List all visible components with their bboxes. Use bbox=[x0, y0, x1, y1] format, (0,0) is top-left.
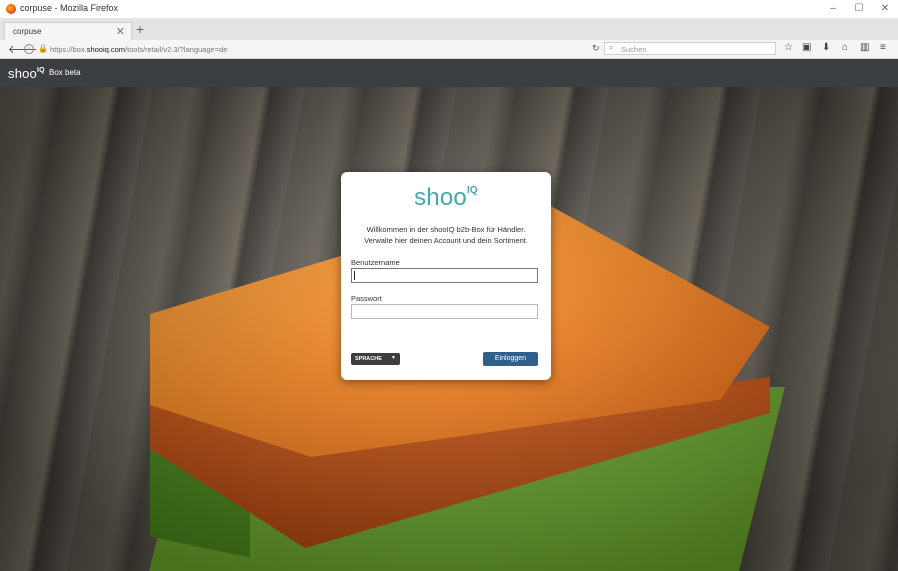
username-field[interactable] bbox=[351, 268, 538, 283]
home-icon[interactable]: ⌂ bbox=[842, 42, 848, 53]
login-button[interactable]: Einloggen bbox=[483, 352, 538, 366]
menu-icon[interactable]: ≡ bbox=[880, 42, 886, 53]
sidebar-icon[interactable]: ▥ bbox=[860, 42, 869, 53]
chevron-down-icon: ▼ bbox=[391, 355, 396, 361]
welcome-text: Willkommen in der shooIQ b2b-Box für Hän… bbox=[351, 224, 541, 246]
window-titlebar: corpuse - Mozilla Firefox – ☐ ✕ bbox=[0, 0, 898, 19]
window-title: corpuse - Mozilla Firefox bbox=[20, 3, 119, 13]
language-dropdown[interactable]: SPRACHE ▼ bbox=[351, 353, 400, 365]
text-caret bbox=[354, 271, 355, 280]
app-logo[interactable]: shooIQ bbox=[8, 66, 45, 81]
library-icon[interactable]: ▣ bbox=[802, 42, 811, 53]
download-icon[interactable]: ⬇ bbox=[822, 42, 830, 53]
password-label: Passwort bbox=[351, 294, 382, 303]
login-logo-text: shoo bbox=[414, 184, 467, 211]
app-logo-sup: IQ bbox=[37, 67, 45, 74]
close-window-button[interactable]: ✕ bbox=[878, 2, 892, 16]
new-tab-button[interactable]: + bbox=[136, 21, 144, 37]
info-icon[interactable]: i bbox=[24, 44, 34, 54]
app-logo-text: shoo bbox=[8, 66, 37, 81]
url-path: /tools/retail/v2.3/?language=de bbox=[125, 45, 228, 54]
tab-corpuse[interactable]: corpuse ✕ bbox=[4, 22, 132, 40]
app-subtitle: Box beta bbox=[49, 68, 81, 77]
login-logo: shooIQ bbox=[341, 184, 551, 212]
login-logo-sup: IQ bbox=[466, 185, 478, 196]
tab-close-icon[interactable]: ✕ bbox=[116, 25, 125, 38]
language-label: SPRACHE bbox=[355, 356, 382, 362]
password-field[interactable] bbox=[351, 304, 538, 319]
search-placeholder: Suchen bbox=[621, 45, 647, 54]
maximize-button[interactable]: ☐ bbox=[852, 2, 866, 16]
bookmark-star-icon[interactable]: ☆ bbox=[784, 42, 793, 53]
minimize-button[interactable]: – bbox=[826, 2, 840, 16]
welcome-line-1: Willkommen in der shooIQ b2b-Box für Hän… bbox=[366, 225, 526, 234]
lock-icon[interactable]: 🔒 bbox=[38, 44, 48, 53]
app-header: shooIQ Box beta bbox=[0, 59, 898, 87]
reload-icon[interactable]: ↻ bbox=[592, 43, 600, 54]
tab-strip: corpuse ✕ + bbox=[0, 19, 898, 40]
search-icon: ⌕ bbox=[609, 43, 614, 52]
url-bar[interactable]: https://box.shooiq.com/tools/retail/v2.3… bbox=[50, 45, 227, 54]
search-input[interactable]: ⌕ Suchen bbox=[604, 42, 776, 55]
tab-label: corpuse bbox=[13, 27, 42, 36]
url-domain: shooiq.com bbox=[86, 45, 126, 54]
login-card: shooIQ Willkommen in der shooIQ b2b-Box … bbox=[341, 172, 551, 380]
firefox-icon bbox=[6, 4, 16, 14]
url-prefix: https://box. bbox=[50, 45, 87, 54]
navigation-bar: 🡐 i 🔒 https://box.shooiq.com/tools/retai… bbox=[0, 40, 898, 59]
username-label: Benutzername bbox=[351, 258, 400, 267]
welcome-line-2: Verwalte hier deinen Account und dein So… bbox=[364, 236, 528, 245]
